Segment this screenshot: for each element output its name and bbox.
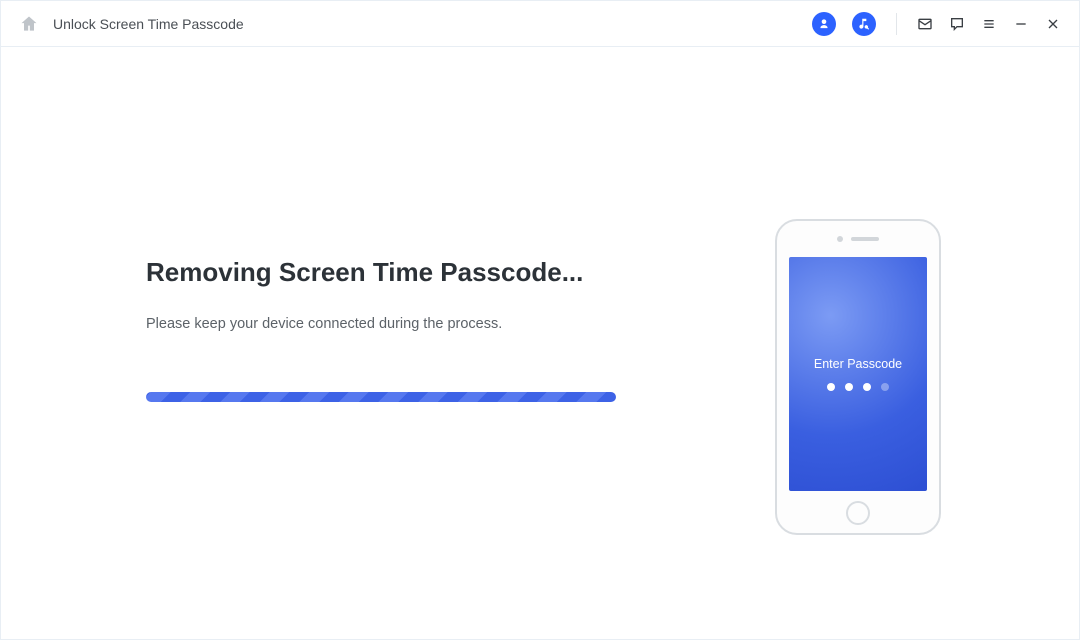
passcode-dots <box>827 383 889 391</box>
passcode-dot <box>845 383 853 391</box>
titlebar: Unlock Screen Time Passcode <box>1 1 1079 47</box>
minimize-icon[interactable] <box>1013 16 1029 32</box>
phone-illustration: Enter Passcode <box>775 219 941 535</box>
status-heading: Removing Screen Time Passcode... <box>146 257 666 288</box>
status-subtext: Please keep your device connected during… <box>146 316 666 332</box>
phone-prompt: Enter Passcode <box>814 357 902 371</box>
divider <box>896 13 897 35</box>
passcode-dot <box>827 383 835 391</box>
passcode-dot <box>863 383 871 391</box>
home-icon[interactable] <box>19 14 39 34</box>
progress-bar <box>146 392 616 402</box>
phone-camera-icon <box>837 236 843 242</box>
account-icon[interactable] <box>812 12 836 36</box>
phone-screen: Enter Passcode <box>789 257 927 491</box>
phone-speaker-icon <box>851 237 879 241</box>
mail-icon[interactable] <box>917 16 933 32</box>
window-title: Unlock Screen Time Passcode <box>53 16 244 32</box>
phone-home-button-icon <box>846 501 870 525</box>
close-icon[interactable] <box>1045 16 1061 32</box>
content-area: Removing Screen Time Passcode... Please … <box>1 47 1079 639</box>
feedback-icon[interactable] <box>949 16 965 32</box>
status-panel: Removing Screen Time Passcode... Please … <box>146 257 666 402</box>
titlebar-actions <box>812 12 1061 36</box>
menu-icon[interactable] <box>981 16 997 32</box>
phone-top <box>837 221 879 257</box>
music-search-icon[interactable] <box>852 12 876 36</box>
passcode-dot <box>881 383 889 391</box>
